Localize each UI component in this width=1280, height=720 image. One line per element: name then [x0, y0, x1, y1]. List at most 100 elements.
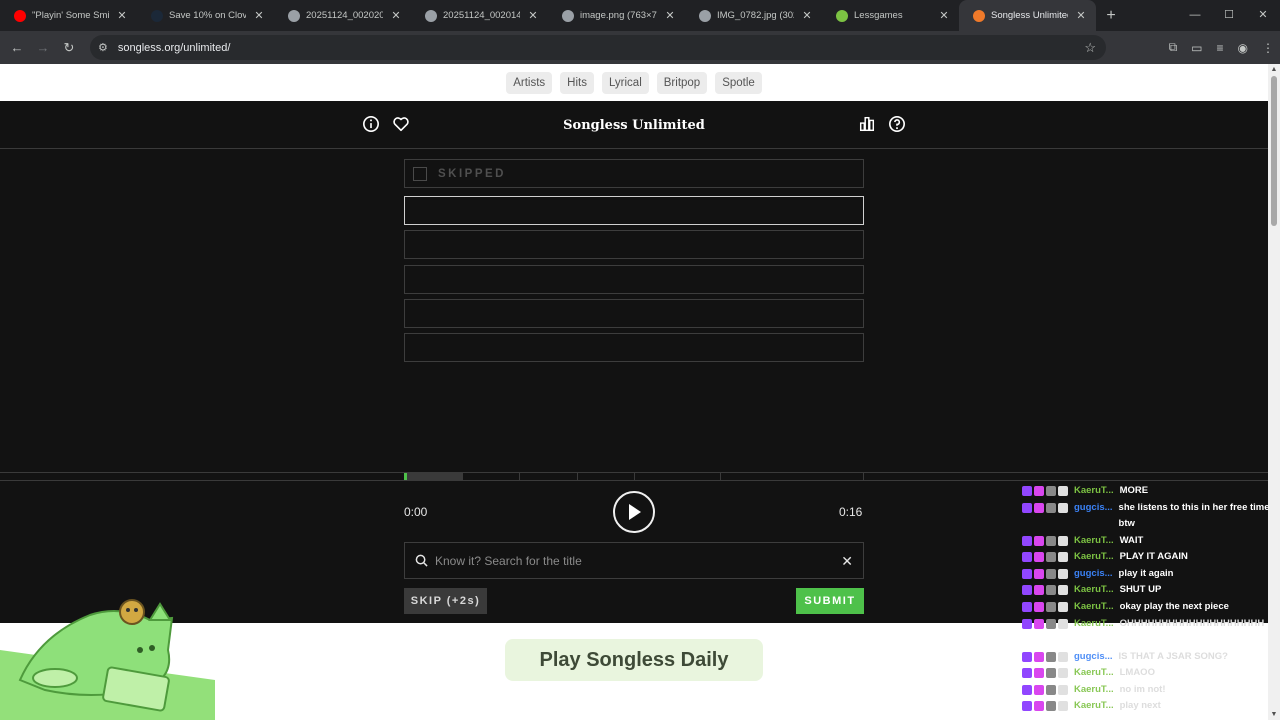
chat-badges: [1022, 665, 1074, 681]
heart-badge-icon: [1034, 652, 1044, 662]
genre-link-lyrical[interactable]: Lyrical: [601, 71, 649, 94]
chat-message: KaeruT... MORE: [1022, 483, 1280, 499]
genre-link-spotle[interactable]: Spotle: [715, 71, 762, 94]
current-time: 0:00: [404, 505, 428, 519]
close-tab-icon[interactable]: ✕: [1074, 9, 1088, 22]
bookmark-star-icon[interactable]: ☆: [1084, 40, 1096, 56]
back-icon[interactable]: ←: [4, 40, 30, 55]
screen: { "browser": { "tabs": [ {"title": "\"Pl…: [0, 0, 1280, 720]
reload-icon[interactable]: ↻: [56, 40, 82, 56]
genre-link-britpop[interactable]: Britpop: [656, 71, 708, 94]
tab-search-icon[interactable]: ▭: [1191, 41, 1202, 55]
chat-username: KaeruT...: [1074, 667, 1114, 678]
heart-badge-icon: [1034, 585, 1044, 595]
close-tab-icon[interactable]: ✕: [252, 9, 266, 22]
extensions-icon[interactable]: ⧉: [1169, 40, 1178, 55]
close-tab-icon[interactable]: ✕: [663, 9, 677, 22]
twitch-badge-icon: [1022, 652, 1032, 662]
progress-fill: [404, 473, 407, 480]
heart-badge-icon: [1034, 536, 1044, 546]
scroll-up-icon[interactable]: ▲: [1268, 66, 1280, 73]
close-tab-icon[interactable]: ✕: [937, 9, 951, 22]
genre-link-hits[interactable]: Hits: [560, 71, 594, 94]
stats-icon[interactable]: [858, 115, 876, 133]
genre-link-artists[interactable]: Artists: [506, 71, 553, 94]
unlocked-segment: [404, 473, 462, 480]
play-daily-button[interactable]: Play Songless Daily: [505, 639, 763, 681]
close-window-icon[interactable]: ✕: [1246, 0, 1280, 31]
scroll-thumb[interactable]: [1271, 76, 1277, 226]
chat-message: KaeruT... WAIT: [1022, 533, 1280, 549]
site-info-icon[interactable]: ⚙: [98, 41, 108, 54]
guess-row-skipped: SKIPPED: [404, 159, 864, 188]
globe-icon: [699, 9, 711, 22]
close-tab-icon[interactable]: ✕: [389, 9, 403, 22]
heart-badge-icon: [1034, 619, 1044, 629]
minimize-icon[interactable]: —: [1178, 0, 1212, 31]
chat-text: SHUT UP: [1119, 584, 1162, 595]
skull-badge-icon: [1058, 552, 1068, 562]
clear-icon[interactable]: ✕: [841, 553, 853, 570]
chat-text: IS THAT A JSAR SONG?: [1118, 651, 1228, 662]
heart-badge-icon: [1034, 569, 1044, 579]
skull-badge-icon: [1058, 569, 1068, 579]
menu-icon[interactable]: ⋮: [1262, 41, 1274, 55]
chat-username: gugcis...: [1074, 651, 1113, 662]
browser-tab[interactable]: image.png (763×78) ✕: [548, 0, 685, 31]
page-title: Songless Unlimited: [563, 118, 705, 133]
browser-tab[interactable]: 20251124_002020.jpg ✕: [274, 0, 411, 31]
maximize-icon[interactable]: ☐: [1212, 0, 1246, 31]
chat-text: play next: [1119, 700, 1161, 711]
heart-badge-icon: [1034, 701, 1044, 711]
chat-message: KaeruT... no im not!: [1022, 682, 1280, 698]
chat-text: LMAOO: [1119, 667, 1155, 678]
youtube-icon: [14, 9, 26, 22]
browser-tab[interactable]: Songless Unlimited ✕: [959, 0, 1096, 31]
tab-title: 20251124_002014.jpg: [443, 10, 520, 21]
chat-message: KaeruT... SHUT UP: [1022, 582, 1280, 598]
submit-button[interactable]: SUBMIT: [796, 588, 864, 614]
browser-tab[interactable]: IMG_0782.jpg (3024× ✕: [685, 0, 822, 31]
browser-tab[interactable]: Save 10% on CloverPi ✕: [137, 0, 274, 31]
forward-icon[interactable]: →: [30, 40, 56, 55]
browser-tab[interactable]: "Playin' Some Smite 2 ✕: [0, 0, 137, 31]
search-input[interactable]: [435, 553, 835, 568]
search-icon: [415, 554, 428, 567]
segment-divider: [720, 473, 721, 480]
skull-badge-icon: [1058, 602, 1068, 612]
chat-username: KaeruT...: [1074, 485, 1114, 496]
close-tab-icon[interactable]: ✕: [115, 9, 129, 22]
browser-tab[interactable]: 20251124_002014.jpg ✕: [411, 0, 548, 31]
tab-title: "Playin' Some Smite 2: [32, 10, 109, 21]
globe-icon: [425, 9, 437, 22]
streamer-cat-overlay: [0, 599, 215, 720]
sub-badge-icon: [1046, 602, 1056, 612]
chat-username: KaeruT...: [1074, 601, 1114, 612]
stream-chat-overlay: KaeruT... MORE gugcis... she listens to thi…: [1022, 483, 1280, 720]
browser-tab[interactable]: Lessgames ✕: [822, 0, 959, 31]
skull-badge-icon: [1058, 619, 1068, 629]
url-bar[interactable]: ⚙ songless.org/unlimited/ ☆: [90, 35, 1106, 60]
twitch-badge-icon: [1022, 701, 1032, 711]
playback-progress-bar[interactable]: [0, 472, 1268, 481]
close-tab-icon[interactable]: ✕: [800, 9, 814, 22]
twitch-badge-icon: [1022, 503, 1032, 513]
heart-badge-icon: [1034, 486, 1044, 496]
help-icon[interactable]: [888, 115, 906, 133]
play-button[interactable]: [613, 491, 655, 533]
chat-badges: [1022, 649, 1074, 665]
lessgames-icon: [836, 9, 848, 22]
skull-badge-icon: [1058, 486, 1068, 496]
close-tab-icon[interactable]: ✕: [526, 9, 540, 22]
chat-badges: [1022, 566, 1074, 582]
guess-row: [404, 230, 864, 259]
tab-strip: "Playin' Some Smite 2✕Save 10% on Clover…: [0, 0, 1280, 31]
new-tab-icon[interactable]: +: [1096, 0, 1126, 31]
chat-message: KaeruT... PLAY IT AGAIN: [1022, 549, 1280, 565]
profile-icon[interactable]: ◉: [1238, 41, 1248, 55]
guess-row: [404, 333, 864, 362]
skip-button[interactable]: SKIP (+2s): [404, 588, 487, 614]
media-icon[interactable]: ≡: [1217, 41, 1224, 55]
tab-title: Save 10% on CloverPi: [169, 10, 246, 21]
twitch-badge-icon: [1022, 585, 1032, 595]
